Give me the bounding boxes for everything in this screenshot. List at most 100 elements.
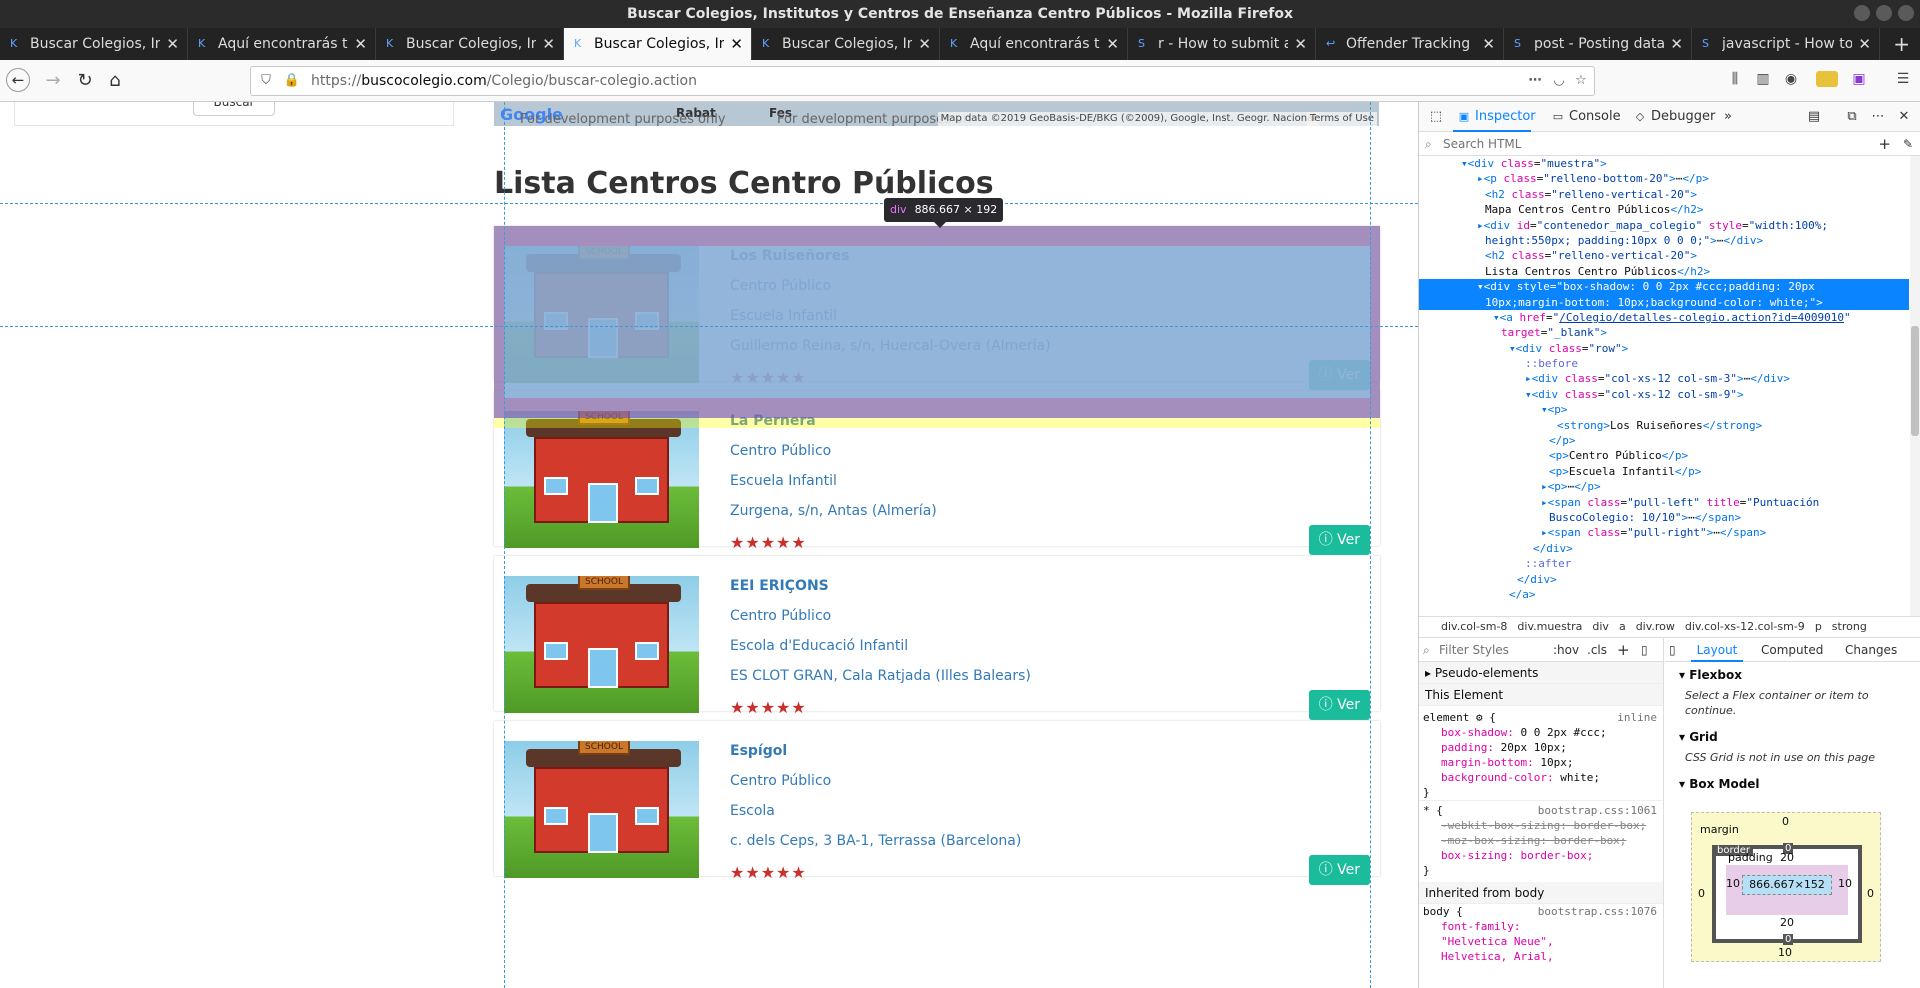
markup-node[interactable]: target="_blank"> <box>1419 325 1909 340</box>
search-button[interactable]: Buscar <box>193 102 275 116</box>
boxmodel-header[interactable]: ▾ Box Model <box>1665 771 1920 795</box>
tab-close-icon[interactable]: ✕ <box>730 28 743 60</box>
dock-icon[interactable]: ⧉ <box>1843 108 1861 126</box>
picker-icon[interactable]: ⬚ <box>1427 108 1445 126</box>
browser-tab[interactable]: K Buscar Colegios, In ✕ <box>752 28 940 60</box>
markup-node[interactable]: ::before <box>1419 356 1909 371</box>
breadcrumb-item[interactable]: div.col-sm-8 <box>1441 620 1507 633</box>
school-name[interactable]: Espígol <box>730 741 1021 761</box>
tab-debugger[interactable]: ◇ Debugger <box>1629 102 1716 132</box>
markup-node[interactable]: Lista Centros Centro Públicos</h2> <box>1419 264 1909 279</box>
padding-left-value[interactable]: 10 <box>1726 877 1740 890</box>
tab-close-icon[interactable]: ✕ <box>354 28 367 60</box>
markup-node[interactable]: ::after <box>1419 556 1909 571</box>
home-button[interactable]: ⌂ <box>102 68 128 94</box>
school-info[interactable]: Espígol Centro Público Escola c. dels Ceps,… <box>730 741 1021 861</box>
box-content-size[interactable]: 866.667×152 <box>1742 875 1832 895</box>
margin-bottom-value[interactable]: 10 <box>1778 946 1792 959</box>
markup-node[interactable]: ▾<div class="col-xs-12 col-sm-9"> <box>1419 387 1909 402</box>
tab-close-icon[interactable]: ✕ <box>1858 28 1871 60</box>
element-rule[interactable]: element ⚙ { inline box-shadow: 0 0 2px #… <box>1419 706 1663 800</box>
split-console-icon[interactable]: ▤ <box>1805 108 1823 126</box>
forward-button[interactable]: → <box>40 68 66 94</box>
school-info[interactable]: EEI ERIÇONS Centro Público Escola d'Educac… <box>730 576 1031 696</box>
flexbox-header[interactable]: ▾ Flexbox <box>1665 662 1920 686</box>
tab-changes[interactable]: Changes <box>1845 638 1897 662</box>
search-html-input[interactable]: ⌕ Search HTML + ✎ <box>1419 132 1920 156</box>
options-icon[interactable]: ⋯ <box>1869 108 1887 126</box>
school-image[interactable]: SCHOOL <box>504 576 699 713</box>
css-property[interactable]: background-color: white; <box>1423 770 1663 785</box>
reload-button[interactable]: ↻ <box>72 68 98 94</box>
markup-node[interactable]: ▾<a href="/Colegio/detalles-colegio.acti… <box>1419 310 1909 325</box>
school-info[interactable]: La Pernera Centro Público Escuela Infantil… <box>730 411 937 531</box>
close-window-button[interactable] <box>1898 5 1914 21</box>
tab-close-icon[interactable]: ✕ <box>166 28 179 60</box>
markup-node[interactable]: <p>Escuela Infantil</p> <box>1419 464 1909 479</box>
browser-tab[interactable]: K Buscar Colegios, In ✕ <box>564 28 752 60</box>
grid-header[interactable]: ▾ Grid <box>1665 724 1920 748</box>
tab-close-icon[interactable]: ✕ <box>1294 28 1307 60</box>
browser-tab[interactable]: ↩ Offender Tracking ✕ <box>1316 28 1504 60</box>
markup-node[interactable]: </div> <box>1419 541 1909 556</box>
star-rule[interactable]: * { bootstrap.css:1061 -webkit-box-sizin… <box>1419 800 1663 878</box>
markup-node[interactable]: height:550px; padding:10px 0 0 0;">⋯</di… <box>1419 233 1909 248</box>
cls-toggle[interactable]: .cls <box>1587 638 1607 662</box>
scrollbar-thumb[interactable] <box>1911 326 1919 436</box>
tab-close-icon[interactable]: ✕ <box>1482 28 1495 60</box>
school-card[interactable]: SCHOOL EEI ERIÇONS Centro Público Escola d'… <box>494 556 1380 720</box>
markup-node[interactable]: <h2 class="relleno-vertical-20"> <box>1419 187 1909 202</box>
browser-tab[interactable]: Sjavascript - How to ✕ <box>1692 28 1880 60</box>
back-button[interactable]: ← <box>6 68 30 92</box>
page-actions-icon[interactable]: ⋯ <box>1526 72 1544 90</box>
markup-tree[interactable]: ▾<div class="muestra"> ▸<p class="relleno… <box>1419 156 1909 616</box>
css-property[interactable]: box-shadow: 0 0 2px #ccc; <box>1423 725 1663 740</box>
markup-node[interactable]: ▸<p class="relleno-bottom-20">⋯</p> <box>1419 171 1909 186</box>
breadcrumb-item[interactable]: div.row <box>1636 620 1675 633</box>
tab-close-icon[interactable]: ✕ <box>918 28 931 60</box>
tab-console[interactable]: ▭ Console <box>1547 102 1621 132</box>
browser-tab[interactable]: K Aquí encontrarás t ✕ <box>188 28 376 60</box>
markup-node[interactable]: </div> <box>1419 572 1909 587</box>
map-terms-link[interactable]: Terms of Use <box>1306 112 1377 126</box>
school-image[interactable]: SCHOOL <box>504 741 699 878</box>
breadcrumb-item[interactable]: div.muestra <box>1517 620 1582 633</box>
markup-node[interactable]: 10px;margin-bottom: 10px;background-colo… <box>1419 294 1909 310</box>
hov-toggle[interactable]: :hov <box>1553 638 1579 662</box>
tab-close-icon[interactable]: ✕ <box>542 28 555 60</box>
tab-inspector[interactable]: ▣ Inspector <box>1453 102 1536 132</box>
tab-computed[interactable]: Computed <box>1761 638 1823 662</box>
browser-tab[interactable]: Sr - How to submit a ✕ <box>1128 28 1316 60</box>
more-tools-icon[interactable]: » <box>1719 108 1737 126</box>
markup-node[interactable]: ▾<div class="muestra"> <box>1419 156 1909 171</box>
markup-node[interactable]: <h2 class="relleno-vertical-20"> <box>1419 248 1909 263</box>
markup-node[interactable]: </p> <box>1419 433 1909 448</box>
css-property[interactable]: padding: 20px 10px; <box>1423 740 1663 755</box>
breadcrumb-item[interactable]: strong <box>1832 620 1867 633</box>
margin-left-value[interactable]: 0 <box>1698 887 1705 900</box>
extension-2-icon[interactable]: ▣ <box>1848 68 1870 90</box>
padding-top-value[interactable]: 20 <box>1780 851 1794 864</box>
add-node-icon[interactable]: + <box>1878 132 1891 156</box>
markup-node[interactable]: ▸<span class="pull-left" title="Puntuaci… <box>1419 495 1909 510</box>
breadcrumb-item[interactable]: div <box>1592 620 1609 633</box>
new-tab-button[interactable]: + <box>1893 28 1910 60</box>
school-image[interactable]: SCHOOL <box>504 411 699 548</box>
browser-tab[interactable]: K Buscar Colegios, In ✕ <box>376 28 564 60</box>
ver-button[interactable]: ⓘ Ver <box>1308 525 1370 555</box>
sidebar-icon[interactable]: ▥ <box>1752 68 1774 90</box>
print-icon[interactable]: ▯ <box>1641 638 1648 662</box>
margin-right-value[interactable]: 0 <box>1867 887 1874 900</box>
markup-node[interactable]: <p>Centro Público</p> <box>1419 448 1909 463</box>
map-strip[interactable]: Google Rabat Fes For development purpose… <box>494 102 1379 126</box>
markup-node[interactable]: ▸<span class="pull-right">⋯</span> <box>1419 525 1909 540</box>
markup-node[interactable]: BuscoColegio: 10/10">⋯</span> <box>1419 510 1909 525</box>
breadcrumb-item[interactable]: p <box>1815 620 1822 633</box>
browser-tab[interactable]: Spost - Posting data ✕ <box>1504 28 1692 60</box>
school-name[interactable]: EEI ERIÇONS <box>730 576 1031 596</box>
url-text[interactable]: https://buscocolegio.com/Colegio/buscar-… <box>311 67 697 95</box>
markup-node[interactable]: ▸<div id="contenedor_mapa_colegio" style… <box>1419 218 1909 233</box>
markup-node[interactable]: ▸<p>⋯</p> <box>1419 479 1909 494</box>
breadcrumb-item[interactable]: div.col-xs-12.col-sm-9 <box>1685 620 1805 633</box>
shield-icon[interactable]: ⛉ <box>257 72 275 90</box>
